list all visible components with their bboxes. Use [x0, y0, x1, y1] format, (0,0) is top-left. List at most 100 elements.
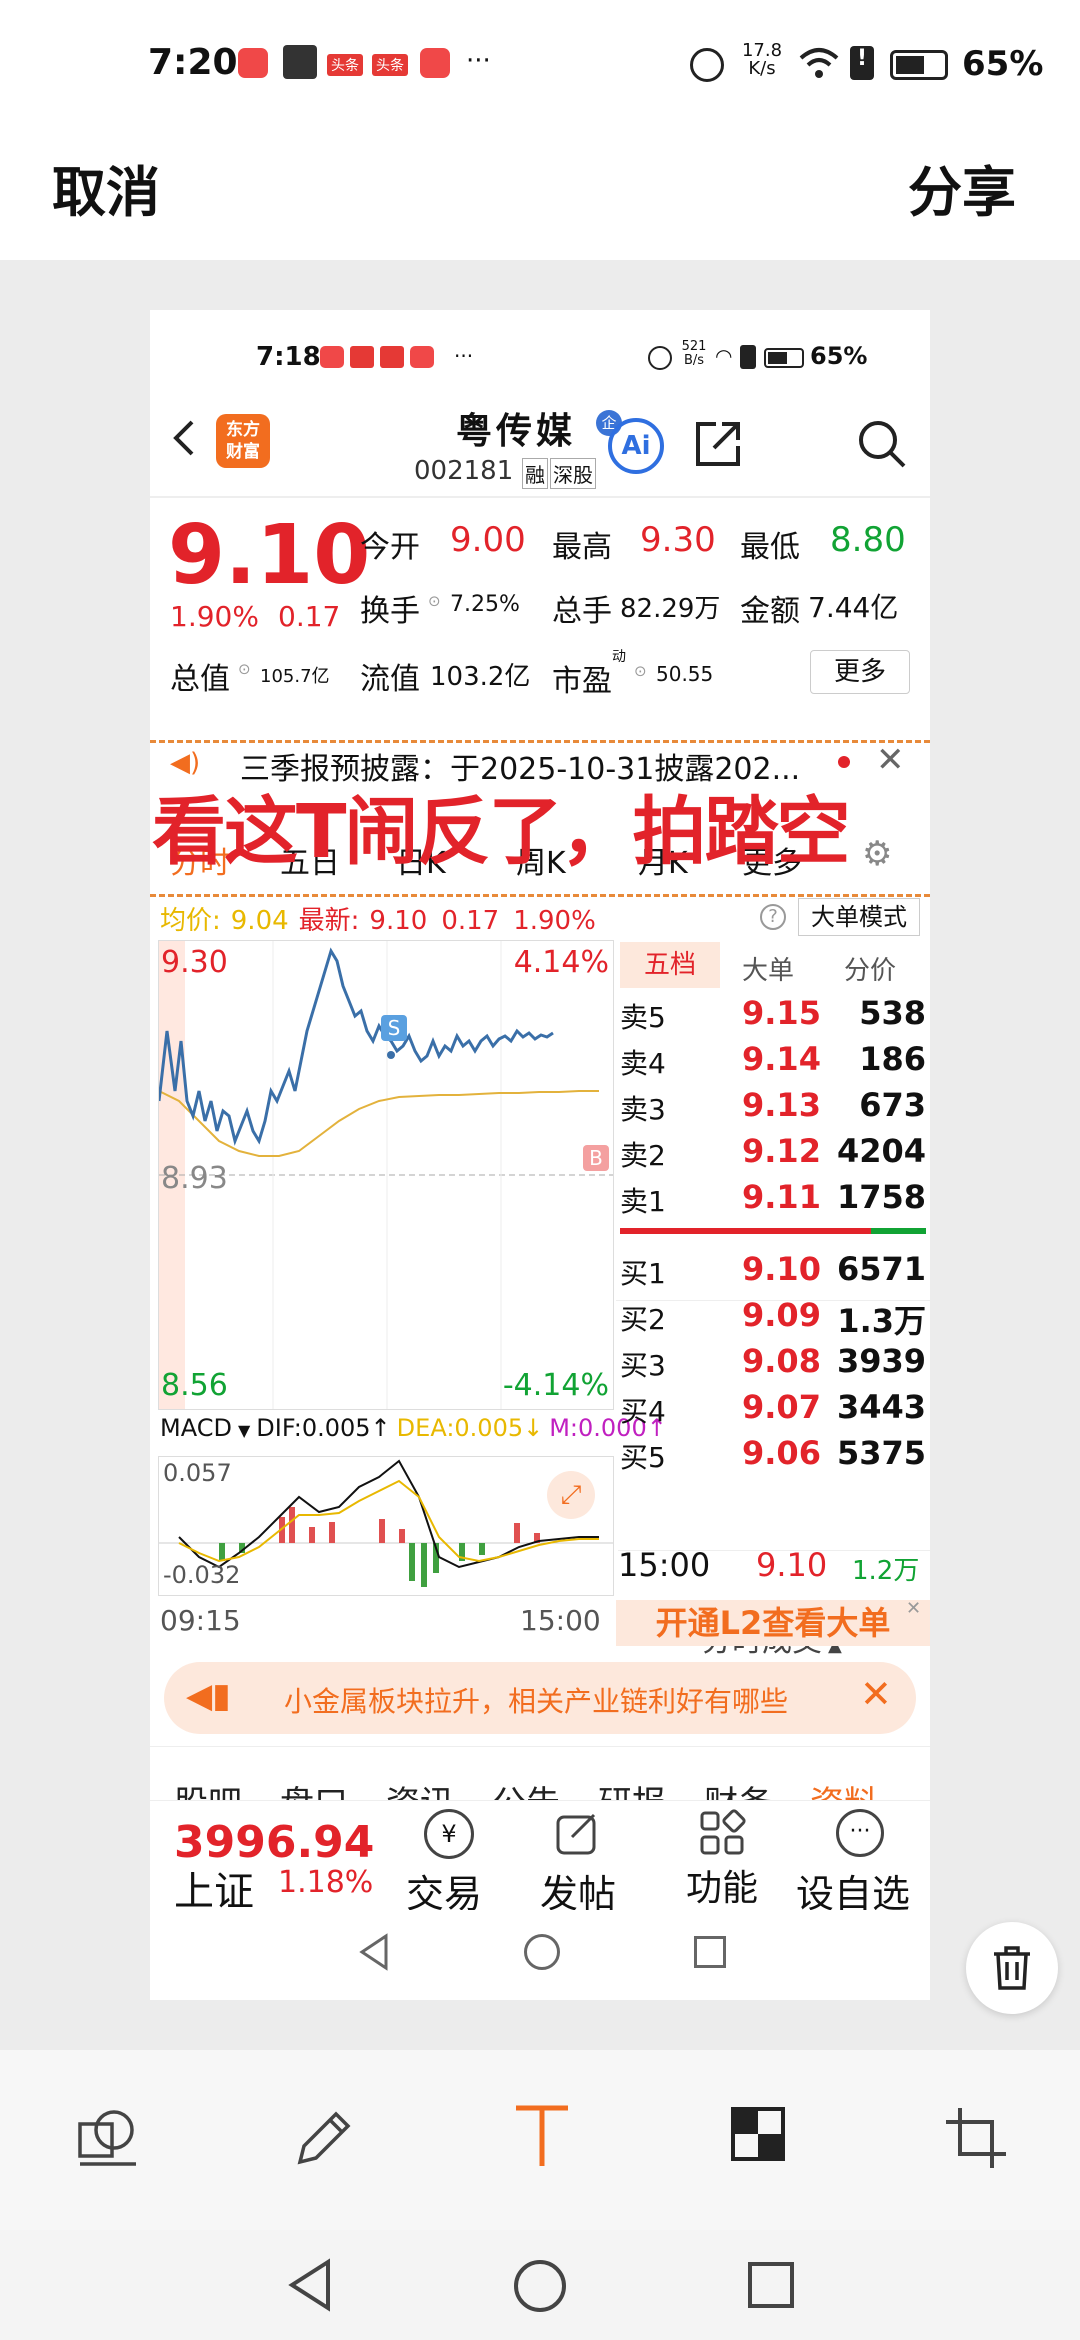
ask-price[interactable]: 9.12 — [742, 1132, 821, 1170]
bid-volume: 6571 — [836, 1250, 926, 1288]
delete-button[interactable] — [966, 1922, 1058, 2014]
trash-icon — [994, 1946, 1030, 1990]
high-label: 最高 — [552, 530, 612, 565]
low-value: 8.80 — [830, 520, 906, 560]
inner-app-icon-3 — [380, 346, 404, 368]
share-button[interactable]: 分享 — [908, 148, 1016, 227]
inner-app-icon-2 — [350, 346, 374, 368]
promo-close-icon[interactable]: ✕ — [860, 1672, 892, 1716]
dashed-border-bottom — [150, 894, 930, 897]
promo-banner[interactable]: ◀▮ 小金属板块拉升，相关产业链利好有哪些 ✕ — [164, 1662, 916, 1734]
chart-top-price: 9.30 — [161, 945, 228, 980]
editor-toolbar — [0, 2050, 1080, 2340]
ask-price[interactable]: 9.13 — [742, 1086, 821, 1124]
help-icon[interactable]: ? — [760, 904, 786, 930]
ai-button[interactable]: Ai — [608, 418, 664, 474]
more-quote-button[interactable]: 更多 — [810, 650, 910, 694]
promo-text: 小金属板块拉升，相关产业链利好有哪些 — [284, 1685, 789, 1718]
battery-percent: 65% — [962, 44, 1044, 84]
stock-name: 粤传媒 — [456, 411, 577, 452]
status-bar: 7:20 头条 头条 ··· 17.8 K/s ! 65% — [0, 0, 1080, 130]
bid-level-label: 买2 — [620, 1303, 666, 1336]
market-tag[interactable]: 深股 — [550, 458, 596, 489]
more-notifications-icon: ··· — [466, 46, 491, 76]
bid-volume: 1.3万 — [837, 1302, 926, 1340]
dif-line — [178, 1459, 599, 1569]
cancel-button[interactable]: 取消 — [52, 148, 160, 227]
l2-close-icon[interactable]: ✕ — [906, 1598, 921, 1619]
bid-price[interactable]: 9.10 — [742, 1250, 821, 1288]
sell-marker[interactable]: S — [381, 1015, 407, 1041]
inner-wifi-icon: ◠ — [715, 344, 733, 368]
trade-time: 15:00 — [618, 1546, 711, 1584]
inner-back-nav-icon — [359, 1933, 388, 1971]
open-value: 9.00 — [450, 520, 526, 560]
turnover-value: 7.25% — [450, 592, 520, 617]
trade-price: 9.10 — [756, 1546, 828, 1584]
huawei-app-icon — [238, 48, 268, 78]
info-icon[interactable]: ⊙ — [428, 592, 441, 610]
big-order-mode-button[interactable]: 大单模式 — [798, 898, 920, 936]
l2-upsell-banner[interactable]: 开通L2查看大单 — [616, 1600, 930, 1646]
tab-price-dist[interactable]: 分价 — [844, 950, 896, 987]
amount-value: 7.44亿 — [808, 591, 899, 624]
ask-volume: 1758 — [836, 1178, 926, 1216]
function-icon — [700, 1809, 746, 1855]
tab-five-levels[interactable]: 五档 — [620, 942, 720, 988]
pen-icon[interactable] — [292, 2106, 356, 2170]
ask-price[interactable]: 9.15 — [742, 994, 821, 1032]
open-external-icon[interactable] — [692, 418, 744, 470]
tab-big-orders[interactable]: 大单 — [742, 950, 794, 987]
layers-icon[interactable] — [76, 2106, 140, 2170]
expand-icon[interactable]: ⤢ — [547, 1471, 595, 1519]
home-nav-icon[interactable] — [514, 2260, 566, 2312]
macd-selector[interactable]: MACD — [160, 1414, 232, 1442]
ask-volume: 4204 — [836, 1132, 926, 1170]
crop-icon[interactable] — [944, 2106, 1008, 2170]
chart-top-pct: 4.14% — [513, 945, 609, 980]
edited-screenshot[interactable]: 7:18 ··· 521 B/s ◠ 65% 东方 财富 粤传媒 企 002181… — [150, 310, 930, 2000]
inner-battery-icon — [764, 348, 804, 368]
info-icon-3[interactable]: ⊙ — [634, 662, 647, 680]
ask-price[interactable]: 9.14 — [742, 1040, 821, 1078]
info-icon-2[interactable]: ⊙ — [238, 660, 251, 678]
text-tool-icon[interactable] — [512, 2102, 572, 2170]
bid-price[interactable]: 9.08 — [742, 1342, 821, 1380]
ask-volume: 186 — [859, 1040, 926, 1078]
inner-sim-icon — [740, 345, 756, 369]
action-function[interactable]: 功能 — [686, 1859, 758, 1911]
recent-apps-icon[interactable] — [748, 2262, 794, 2308]
bid-price[interactable]: 9.09 — [742, 1296, 821, 1334]
ask-price[interactable]: 9.11 — [742, 1178, 821, 1216]
change-amount: 0.17 — [278, 600, 341, 633]
settings-gear-icon[interactable]: ⚙ — [862, 834, 892, 874]
ask-volume: 538 — [859, 994, 926, 1032]
buy-marker[interactable]: B — [583, 1145, 609, 1171]
pe-label: 市盈 — [552, 664, 612, 699]
current-price: 9.10 — [168, 508, 371, 603]
inner-more-icon: ··· — [454, 344, 474, 368]
search-icon[interactable] — [856, 418, 908, 470]
notice-close-icon[interactable]: ✕ — [876, 740, 905, 780]
back-icon[interactable] — [168, 418, 198, 458]
eastmoney-logo: 东方 财富 — [216, 414, 270, 468]
low-label: 最低 — [740, 530, 800, 565]
intraday-chart[interactable]: 9.30 4.14% 8.93 8.56 -4.14% S B — [158, 940, 614, 1410]
divider-3 — [150, 1746, 930, 1747]
bid-price[interactable]: 9.06 — [742, 1434, 821, 1472]
volume-label: 总手 — [552, 594, 612, 629]
ask-level-label: 卖3 — [620, 1093, 666, 1126]
megaphone-icon: ◀▮ — [186, 1676, 231, 1716]
bid-price[interactable]: 9.07 — [742, 1388, 821, 1426]
bid-volume: 3939 — [836, 1342, 926, 1380]
mosaic-icon[interactable] — [730, 2106, 786, 2162]
bid-volume: 5375 — [836, 1434, 926, 1472]
inner-status-time: 7:18 — [256, 342, 321, 372]
back-nav-icon[interactable] — [286, 2258, 334, 2312]
annotation-overlay-text[interactable]: 看这T闹反了，拍踏空 — [152, 772, 850, 879]
market-cap-label: 总值 — [170, 662, 230, 697]
dashed-border-top — [150, 740, 930, 743]
chart-bottom-pct: -4.14% — [502, 1368, 609, 1403]
macd-chart[interactable]: 0.057 -0.032 ⤢ — [158, 1456, 614, 1596]
market-cap-value: 105.7亿 — [260, 666, 330, 687]
